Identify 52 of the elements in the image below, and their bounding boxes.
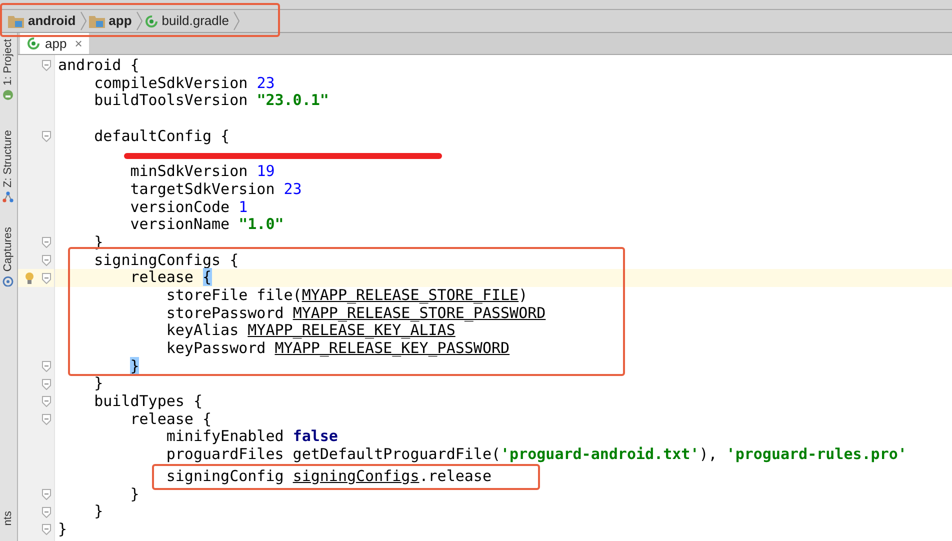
code-line: release { xyxy=(130,268,212,286)
fold-marker-icon[interactable] xyxy=(42,131,51,142)
code-line: versionName "1.0" xyxy=(130,215,284,234)
folder-icon xyxy=(88,14,105,28)
code-line: } xyxy=(130,484,140,502)
camera-icon xyxy=(3,276,14,287)
code-line: } xyxy=(58,520,68,538)
code-line: targetSdkVersion 23 xyxy=(130,180,302,198)
code-line: keyAlias MYAPP_RELEASE_KEY_ALIAS xyxy=(166,321,456,340)
code-line: buildTypes { xyxy=(94,392,202,410)
gradle-icon xyxy=(144,14,158,28)
breadcrumb[interactable]: android xyxy=(8,10,78,32)
breadcrumb[interactable]: app xyxy=(88,10,134,32)
fold-marker-icon[interactable] xyxy=(42,378,51,390)
fold-marker-icon[interactable] xyxy=(42,414,51,426)
code-line: } xyxy=(94,374,104,392)
fold-marker-icon[interactable] xyxy=(42,254,51,266)
code-line: storePassword MYAPP_RELEASE_STORE_PASSWORD xyxy=(166,304,546,322)
code-line: buildToolsVersion "23.0.1" xyxy=(94,91,329,110)
tool-window-button[interactable]: nts xyxy=(0,510,17,526)
folder-icon xyxy=(8,14,24,28)
fold-marker-icon[interactable] xyxy=(42,272,51,284)
lightbulb-icon[interactable] xyxy=(25,272,34,285)
code-line: keyPassword MYAPP_RELEASE_KEY_PASSWORD xyxy=(166,339,510,357)
fold-marker-icon[interactable] xyxy=(42,237,51,248)
fold-marker-icon[interactable] xyxy=(42,524,51,536)
code-line: } xyxy=(94,502,104,520)
fold-marker-icon[interactable] xyxy=(42,396,51,408)
code-line: defaultConfig { xyxy=(94,126,230,145)
code-line: android { xyxy=(58,56,140,74)
code-line: minSdkVersion 19 xyxy=(130,162,275,180)
code-line: signingConfigs { xyxy=(94,250,239,269)
code-line: versionCode 1 xyxy=(130,198,248,216)
code-line: storeFile file(MYAPP_RELEASE_STORE_FILE) xyxy=(166,286,528,304)
android-icon xyxy=(3,89,14,100)
fold-marker-icon[interactable] xyxy=(42,488,51,500)
tool-window-button[interactable]: Captures xyxy=(0,226,17,287)
code-line: proguardFiles getDefaultProguardFile('proguard-android.txt'), 'proguard-rules.pro' xyxy=(166,445,907,464)
code-line: signingConfig signingConfigs.release xyxy=(166,466,492,485)
tool-window-button[interactable]: Z: Structure xyxy=(0,130,17,203)
fold-marker-icon[interactable] xyxy=(42,361,51,372)
code-line: compileSdkVersion 23 xyxy=(94,74,275,92)
code-line: minifyEnabled false xyxy=(166,427,338,446)
editor-tab[interactable]: app × xyxy=(20,33,90,54)
code-line: release { xyxy=(130,410,212,428)
breadcrumb[interactable]: build.gradle xyxy=(144,10,232,32)
close-button[interactable]: × xyxy=(72,34,82,54)
tool-window-button[interactable]: 1: Project xyxy=(0,39,17,100)
structure-icon xyxy=(3,192,14,203)
gradle-icon xyxy=(27,37,40,50)
fold-marker-icon[interactable] xyxy=(42,60,51,72)
fold-marker-icon[interactable] xyxy=(42,506,51,518)
